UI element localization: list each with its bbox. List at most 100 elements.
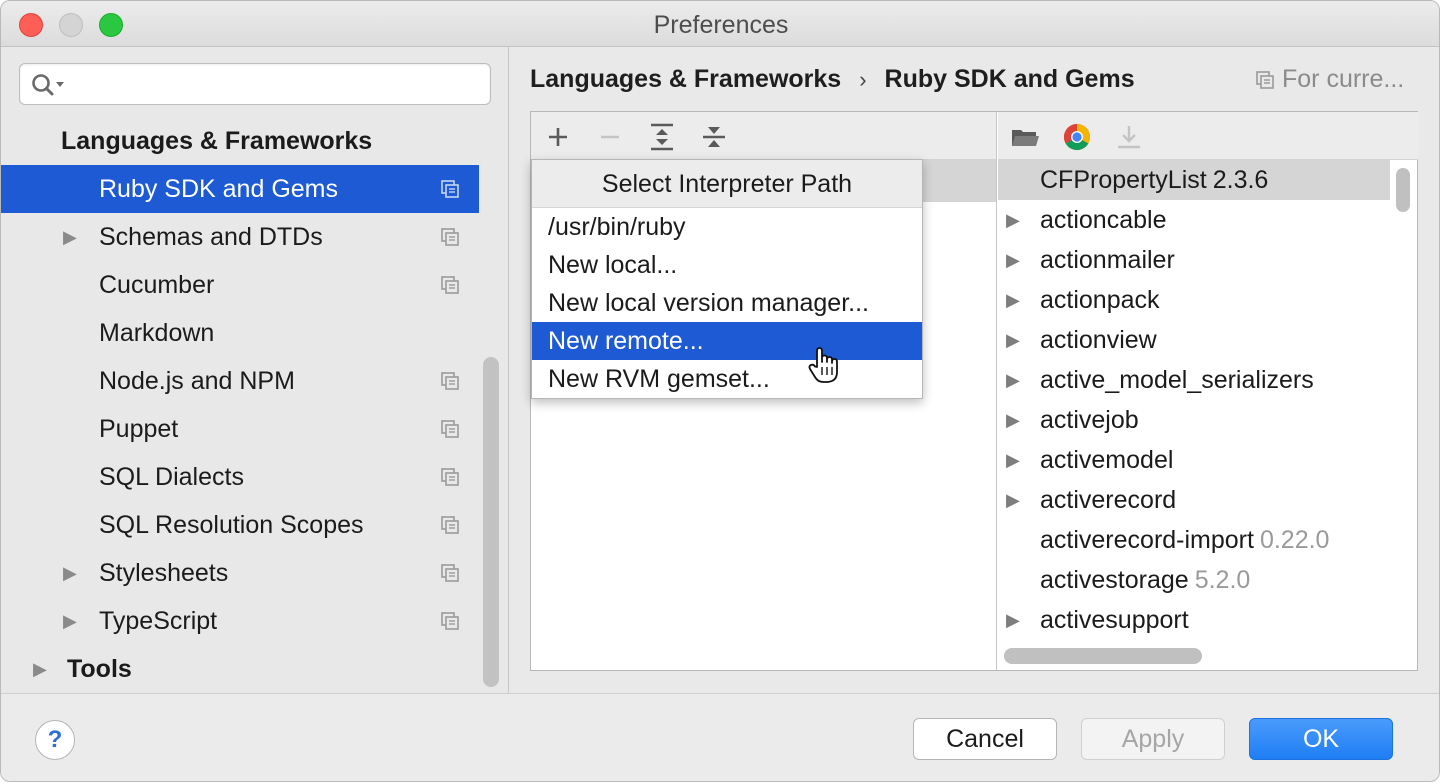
gem-name: activestorage 5.2.0 bbox=[1040, 560, 1250, 600]
ok-button[interactable]: OK bbox=[1249, 718, 1393, 760]
gem-row[interactable]: ▶ actionview bbox=[998, 320, 1390, 360]
gem-row[interactable]: activestorage 5.2.0 bbox=[998, 560, 1390, 600]
collapse-all-icon[interactable] bbox=[699, 122, 729, 152]
expand-arrow-icon[interactable]: ▶ bbox=[1006, 320, 1020, 360]
gem-row[interactable]: ▶ activejob bbox=[998, 400, 1390, 440]
sdk-toolbar bbox=[531, 112, 996, 160]
dialog-footer: ? Cancel Apply OK bbox=[1, 693, 1439, 781]
sidebar-item[interactable]: Node.js and NPM bbox=[1, 357, 479, 405]
expand-arrow-icon[interactable]: ▶ bbox=[63, 549, 77, 597]
search-icon bbox=[32, 74, 64, 96]
sidebar-item-label: Tools bbox=[67, 655, 132, 683]
remove-icon[interactable] bbox=[595, 122, 625, 152]
gem-name: actionpack bbox=[1040, 280, 1160, 320]
sidebar-item-label: Markdown bbox=[99, 319, 215, 347]
sidebar-item-label: SQL Dialects bbox=[99, 463, 244, 491]
copy-icon bbox=[441, 180, 459, 198]
expand-arrow-icon[interactable]: ▶ bbox=[1006, 400, 1020, 440]
expand-arrow-icon[interactable]: ▶ bbox=[1006, 480, 1020, 520]
settings-sidebar: Languages & Frameworks Ruby SDK and Gems ▶… bbox=[1, 47, 509, 693]
popup-menu: /usr/bin/ruby New local... New local versi… bbox=[532, 208, 922, 398]
expand-arrow-icon[interactable]: ▶ bbox=[1006, 200, 1020, 240]
gem-row[interactable]: ▶ actionpack bbox=[998, 280, 1390, 320]
expand-arrow-icon[interactable]: ▶ bbox=[63, 597, 77, 645]
gem-name: activejob bbox=[1040, 400, 1139, 440]
gem-name-text: activerecord-import bbox=[1040, 526, 1254, 554]
scope-label: For curre... bbox=[1282, 65, 1405, 93]
gems-vertical-scrollbar[interactable] bbox=[1396, 168, 1410, 212]
gem-name: CFPropertyList 2.3.6 bbox=[1040, 160, 1268, 200]
sidebar-item-label: Cucumber bbox=[99, 271, 215, 299]
expand-arrow-icon[interactable]: ▶ bbox=[1006, 240, 1020, 280]
sidebar-item[interactable]: ▶ TypeScript bbox=[1, 597, 479, 645]
popup-menu-item[interactable]: New RVM gemset... bbox=[532, 360, 922, 398]
gem-row[interactable]: ▶ actioncable bbox=[998, 200, 1390, 240]
gem-name: activemodel bbox=[1040, 440, 1173, 480]
sidebar-item[interactable]: Markdown bbox=[1, 309, 479, 357]
expand-arrow-icon[interactable]: ▶ bbox=[33, 645, 47, 693]
gem-name-text: activejob bbox=[1040, 406, 1139, 434]
open-folder-icon[interactable] bbox=[1010, 122, 1040, 152]
sidebar-item-label: TypeScript bbox=[99, 607, 218, 635]
gem-row[interactable]: ▶ activerecord bbox=[998, 480, 1390, 520]
gems-horizontal-scrollbar[interactable] bbox=[1004, 648, 1202, 664]
gem-name: active_model_serializers bbox=[1040, 360, 1314, 400]
expand-arrow-icon[interactable]: ▶ bbox=[1006, 360, 1020, 400]
preferences-window: Preferences Languages & Frameworks Ruby S… bbox=[0, 0, 1440, 782]
download-icon[interactable] bbox=[1114, 122, 1144, 152]
sidebar-scrollbar[interactable] bbox=[483, 357, 499, 687]
interpreter-path-popup: Select Interpreter Path /usr/bin/ruby New… bbox=[531, 159, 923, 399]
gem-name: actionmailer bbox=[1040, 240, 1175, 280]
breadcrumb-parent: Languages & Frameworks bbox=[530, 65, 842, 93]
chrome-icon[interactable] bbox=[1062, 122, 1092, 152]
expand-arrow-icon[interactable]: ▶ bbox=[63, 213, 77, 261]
popup-menu-item[interactable]: New local version manager... bbox=[532, 284, 922, 322]
copy-icon bbox=[441, 564, 459, 582]
copy-icon bbox=[441, 516, 459, 534]
gem-name: actioncable bbox=[1040, 200, 1166, 240]
sidebar-item[interactable]: Ruby SDK and Gems bbox=[1, 165, 479, 213]
expand-arrow-icon[interactable]: ▶ bbox=[1006, 600, 1020, 640]
sidebar-item[interactable]: ▶ Tools bbox=[1, 645, 479, 693]
breadcrumb: Languages & Frameworks › Ruby SDK and Gems bbox=[530, 65, 1135, 94]
gem-row[interactable]: ▶ active_model_serializers bbox=[998, 360, 1390, 400]
expand-arrow-icon[interactable]: ▶ bbox=[1006, 280, 1020, 320]
copy-icon bbox=[441, 276, 459, 294]
gem-row[interactable]: CFPropertyList 2.3.6 bbox=[998, 160, 1390, 200]
gem-name-text: active_model_serializers bbox=[1040, 366, 1314, 394]
popup-menu-item[interactable]: New remote... bbox=[532, 322, 922, 360]
sidebar-item[interactable]: Cucumber bbox=[1, 261, 479, 309]
sidebar-item[interactable]: ▶ Schemas and DTDs bbox=[1, 213, 479, 261]
gem-row[interactable]: ▶ activemodel bbox=[998, 440, 1390, 480]
breadcrumb-current: Ruby SDK and Gems bbox=[884, 65, 1135, 93]
apply-button[interactable]: Apply bbox=[1081, 718, 1225, 760]
expand-arrow-icon[interactable]: ▶ bbox=[1006, 440, 1020, 480]
sidebar-item[interactable]: Puppet bbox=[1, 405, 479, 453]
sidebar-item[interactable]: Languages & Frameworks bbox=[1, 117, 479, 165]
gem-row[interactable]: activerecord-import 0.22.0 bbox=[998, 520, 1390, 560]
cancel-button[interactable]: Cancel bbox=[913, 718, 1057, 760]
gem-name-text: actionview bbox=[1040, 326, 1157, 354]
sidebar-item[interactable]: SQL Resolution Scopes bbox=[1, 501, 479, 549]
gem-name: actionview bbox=[1040, 320, 1157, 360]
sidebar-item[interactable]: SQL Dialects bbox=[1, 453, 479, 501]
popup-menu-item[interactable]: New local... bbox=[532, 246, 922, 284]
sidebar-item-label: Ruby SDK and Gems bbox=[99, 175, 338, 203]
gem-row[interactable]: ▶ activesupport bbox=[998, 600, 1390, 640]
popup-menu-item[interactable]: /usr/bin/ruby bbox=[532, 208, 922, 246]
scope-indicator: For curre... bbox=[1256, 65, 1404, 94]
copy-icon bbox=[441, 372, 459, 390]
expand-all-icon[interactable] bbox=[647, 122, 677, 152]
sidebar-item[interactable]: ▶ Stylesheets bbox=[1, 549, 479, 597]
gems-list: CFPropertyList 2.3.6 ▶ actioncable ▶ actionma… bbox=[998, 160, 1390, 640]
sidebar-item-label: Schemas and DTDs bbox=[99, 223, 323, 251]
settings-search-input[interactable] bbox=[19, 63, 491, 105]
help-button[interactable]: ? bbox=[35, 720, 75, 760]
copy-icon bbox=[441, 420, 459, 438]
settings-tree: Languages & Frameworks Ruby SDK and Gems ▶… bbox=[1, 117, 479, 693]
window-title: Preferences bbox=[653, 11, 789, 39]
sidebar-item-label: Puppet bbox=[99, 415, 179, 443]
gem-version: 0.22.0 bbox=[1259, 526, 1330, 554]
gem-row[interactable]: ▶ actionmailer bbox=[998, 240, 1390, 280]
add-icon[interactable] bbox=[543, 122, 573, 152]
